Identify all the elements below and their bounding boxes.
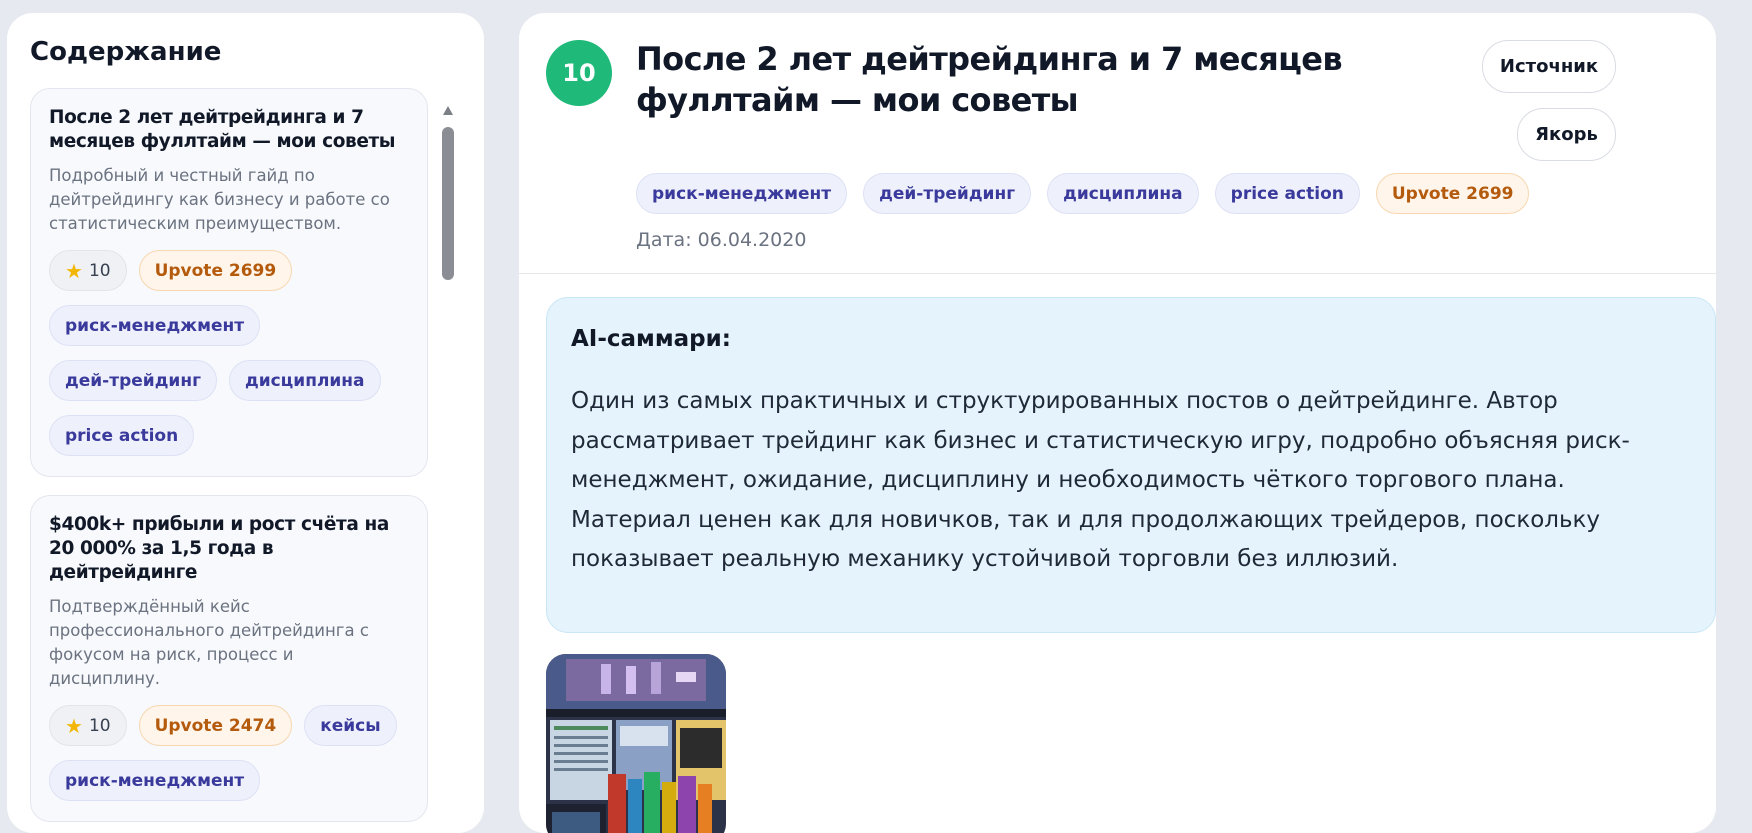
ai-summary-label: AI-саммари:: [571, 326, 731, 352]
sidebar-scrollbar[interactable]: [441, 106, 455, 826]
tag-chip[interactable]: дисциплина: [228, 360, 381, 401]
article-tags: риск-менеджмент дей-трейдинг дисциплина …: [636, 173, 1530, 214]
score-value: 10: [88, 715, 111, 736]
star-icon: ★: [65, 713, 83, 738]
toc-card-title[interactable]: $400k+ прибыли и рост счёта на 20 000% з…: [49, 513, 409, 585]
toc-card-chips: ★ 10 Upvote 2699: [49, 250, 409, 291]
tag-chip[interactable]: price action: [49, 415, 195, 456]
chevron-up-icon[interactable]: [443, 106, 453, 115]
toc-card-tags: риск-менеджмент: [49, 305, 409, 346]
tag-chip[interactable]: риск-менеджмент: [636, 173, 848, 214]
toc-card-description: Подтверждённый кейс профессионального де…: [49, 597, 369, 688]
article-title: После 2 лет дейтрейдинга и 7 месяцев фул…: [636, 40, 1343, 119]
tag-chip[interactable]: дисциплина: [1047, 173, 1199, 214]
score-badge: ★ 10: [49, 250, 127, 291]
source-button[interactable]: Источник: [1482, 40, 1616, 93]
tag-chip[interactable]: риск-менеджмент: [49, 305, 261, 346]
article-date: Дата: 06.04.2020: [636, 229, 807, 251]
ai-summary-text: Один из самых практичных и структурирова…: [571, 388, 1630, 572]
upvote-badge: Upvote 2699: [138, 250, 293, 291]
upvote-badge: Upvote 2699: [1375, 173, 1530, 214]
score-badge: ★ 10: [49, 705, 127, 746]
upvote-badge: Upvote 2474: [138, 705, 293, 746]
toc-card-description: Подробный и честный гайд по дейтрейдингу…: [49, 166, 390, 233]
toc-card-chips: ★ 10 Upvote 2474 кейсы: [49, 705, 409, 746]
sidebar-title: Содержание: [30, 37, 222, 67]
tag-chip[interactable]: дей-трейдинг: [49, 360, 217, 401]
header-divider: [519, 273, 1716, 274]
star-icon: ★: [65, 258, 83, 283]
tag-chip[interactable]: price action: [1214, 173, 1360, 214]
article-panel: 10 После 2 лет дейтрейдинга и 7 месяцев …: [519, 13, 1716, 833]
tag-chip[interactable]: дей-трейдинг: [863, 173, 1032, 214]
toc-card[interactable]: После 2 лет дейтрейдинга и 7 месяцев фул…: [30, 88, 428, 477]
anchor-button[interactable]: Якорь: [1517, 108, 1616, 161]
toc-card-tags: дей-трейдинг дисциплина: [49, 360, 409, 401]
toc-card-tags: price action: [49, 415, 409, 456]
tag-chip[interactable]: кейсы: [304, 705, 397, 746]
article-score-badge: 10: [546, 40, 612, 106]
score-value: 10: [88, 260, 111, 281]
article-image[interactable]: [546, 654, 726, 833]
scrollbar-thumb[interactable]: [442, 127, 454, 280]
table-of-contents-panel: Содержание После 2 лет дейтрейдинга и 7 …: [7, 13, 484, 833]
toc-card[interactable]: $400k+ прибыли и рост счёта на 20 000% з…: [30, 495, 428, 822]
ai-summary-box: AI-саммари: Один из самых практичных и с…: [546, 297, 1716, 633]
toc-list[interactable]: После 2 лет дейтрейдинга и 7 месяцев фул…: [30, 88, 430, 833]
toc-card-title[interactable]: После 2 лет дейтрейдинга и 7 месяцев фул…: [49, 106, 409, 154]
tag-chip[interactable]: риск-менеджмент: [49, 760, 261, 801]
toc-card-tags: риск-менеджмент: [49, 760, 409, 801]
